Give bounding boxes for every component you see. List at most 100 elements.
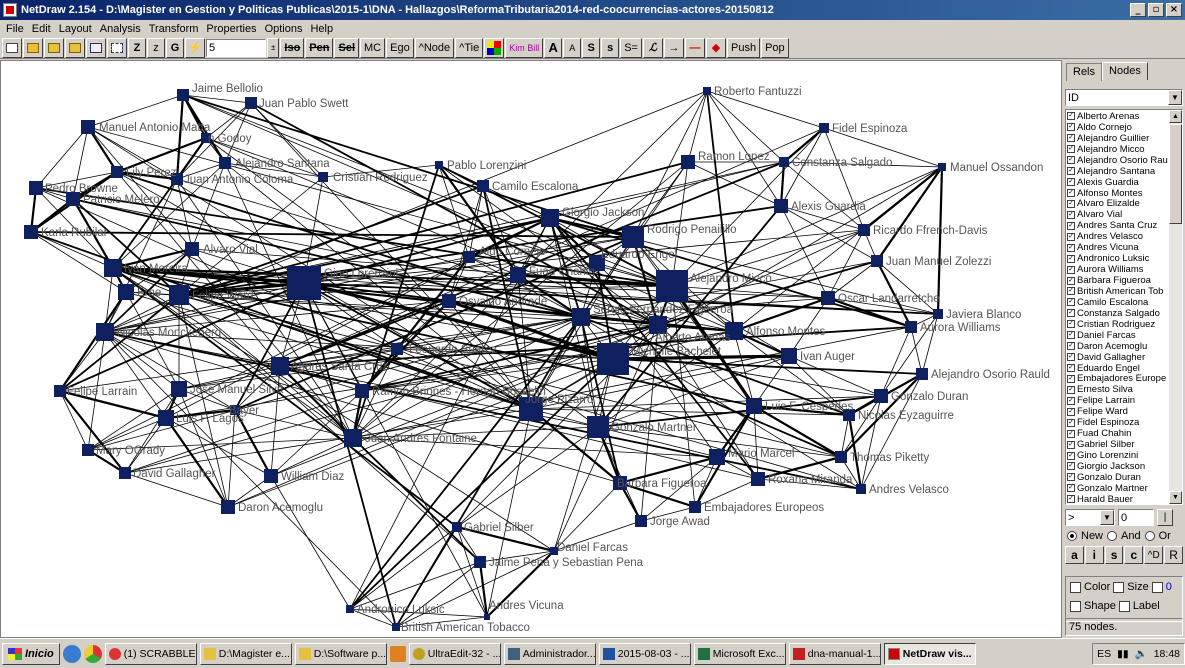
node-checkbox[interactable]: ✓ xyxy=(1067,374,1075,383)
network-node[interactable] xyxy=(442,294,456,308)
node-label[interactable]: Felipe Ward xyxy=(192,290,254,302)
task-pdf-manual[interactable]: dna-manual-1... xyxy=(788,642,881,665)
network-node[interactable] xyxy=(118,284,134,300)
font-large-button[interactable]: A xyxy=(544,37,563,58)
node-list-item[interactable]: ✓ Ernesto Silva xyxy=(1067,384,1168,395)
a-button[interactable]: a xyxy=(1065,546,1084,564)
node-label[interactable]: Cristian Rodriguez xyxy=(333,172,428,184)
node-label[interactable]: Alejandro Micco xyxy=(690,273,772,285)
node-list-item[interactable]: ✓ Alvaro Vial xyxy=(1067,209,1168,220)
task-scrabble[interactable]: (1) SCRABBLE... xyxy=(104,642,197,665)
node-label[interactable]: Manuel Ossandon xyxy=(950,162,1043,174)
network-node[interactable] xyxy=(392,623,400,631)
node-checkbox[interactable]: ✓ xyxy=(1067,123,1075,132)
network-node[interactable] xyxy=(856,484,866,494)
node-list-item[interactable]: ✓ Cristian Rodriguez xyxy=(1067,319,1168,330)
s-button[interactable]: s xyxy=(1104,546,1124,564)
language-indicator[interactable]: ES xyxy=(1097,648,1111,660)
node-label[interactable]: Jaime Pena y Sebastian Pena xyxy=(489,557,644,569)
network-node[interactable] xyxy=(477,180,489,192)
node-checkbox[interactable]: ✓ xyxy=(1067,265,1075,274)
node-list-item[interactable]: ✓ Andres Vicuna xyxy=(1067,242,1168,253)
node-label[interactable]: Aldo Cornejo xyxy=(479,246,545,258)
network-node[interactable] xyxy=(635,515,647,527)
size-equal-button[interactable]: S= xyxy=(620,37,642,58)
node-label[interactable]: Lily Perez xyxy=(126,167,177,179)
network-node[interactable] xyxy=(171,381,187,397)
node-label[interactable]: Patricio Melero xyxy=(83,194,160,206)
node-checkbox[interactable]: ✓ xyxy=(1067,221,1075,230)
node-list-item[interactable]: ✓ Alberto Arenas xyxy=(1067,111,1168,122)
network-node[interactable] xyxy=(54,385,66,397)
save-icon[interactable] xyxy=(86,37,106,58)
menu-properties[interactable]: Properties xyxy=(202,23,260,35)
node-checkbox[interactable]: ✓ xyxy=(1067,440,1075,449)
network-node[interactable] xyxy=(835,451,847,463)
node-label[interactable]: Ivan Auger xyxy=(800,351,855,363)
scroll-down-icon[interactable]: ▼ xyxy=(1169,491,1182,504)
size-checkbox[interactable] xyxy=(1113,581,1125,593)
node-label[interactable]: Daniel Farcas xyxy=(557,542,628,554)
network-node[interactable] xyxy=(81,120,95,134)
network-node[interactable] xyxy=(541,209,559,227)
network-node[interactable] xyxy=(435,161,443,169)
node-label[interactable]: Daron Acemoglu xyxy=(238,502,323,514)
node-label[interactable]: Constanza Salgado xyxy=(792,157,892,169)
node-label[interactable]: Luis F. Cespedes xyxy=(765,401,853,413)
node-checkbox[interactable]: ✓ xyxy=(1067,243,1075,252)
network-node[interactable] xyxy=(689,501,701,513)
color-palette-icon[interactable] xyxy=(484,37,505,58)
dot-icon[interactable]: ◆ xyxy=(705,37,726,58)
network-node[interactable] xyxy=(264,469,278,483)
network-node[interactable] xyxy=(819,123,829,133)
network-node[interactable] xyxy=(874,389,888,403)
node-list-item[interactable]: ✓ Alfonso Montes xyxy=(1067,188,1168,199)
node-button[interactable]: ^Node xyxy=(414,37,455,58)
node-label[interactable]: Karla Rubilar xyxy=(41,227,108,239)
node-label[interactable]: Andres Vicuna xyxy=(489,600,564,612)
zoom-out-button[interactable]: z xyxy=(147,37,165,58)
network-node[interactable] xyxy=(871,255,883,267)
network-node[interactable] xyxy=(751,472,765,486)
node-checkbox[interactable]: ✓ xyxy=(1067,418,1075,427)
menu-options[interactable]: Options xyxy=(261,23,307,35)
node-checkbox[interactable]: ✓ xyxy=(1067,342,1075,351)
node-list-item[interactable]: ✓ Barbara Figueroa xyxy=(1067,275,1168,286)
network-node[interactable] xyxy=(656,270,688,302)
network-node[interactable] xyxy=(587,416,609,438)
network-node[interactable] xyxy=(185,242,199,256)
node-label[interactable]: Michelle Bachelet xyxy=(631,346,722,358)
node-list[interactable]: ✓ Alberto Arenas ✓ Aldo Cornejo ✓ Alejandro G… xyxy=(1065,109,1183,505)
node-checkbox[interactable]: ✓ xyxy=(1067,396,1075,405)
node-label[interactable]: Rodrigo Penailillo xyxy=(647,224,737,236)
scroll-thumb[interactable] xyxy=(1169,124,1182,224)
node-label[interactable]: Juan Manuel Zolezzi xyxy=(886,256,991,268)
r-button[interactable]: R xyxy=(1164,546,1183,564)
node-checkbox[interactable]: ✓ xyxy=(1067,495,1075,504)
node-label[interactable]: Ivan Moreira xyxy=(124,263,189,275)
minimize-button[interactable]: _ xyxy=(1130,3,1146,17)
node-label[interactable]: Jorge Pizarro xyxy=(525,394,593,406)
node-label[interactable]: Giorgio Jackson xyxy=(562,207,644,219)
g-button[interactable]: G xyxy=(166,37,184,58)
network-node[interactable] xyxy=(746,398,762,414)
node-list-item[interactable]: ✓ Alejandro Guillier xyxy=(1067,133,1168,144)
node-label[interactable]: Ricardo Ffrench-Davis xyxy=(873,225,988,237)
chevron-down-icon[interactable]: ▼ xyxy=(1168,90,1182,105)
menu-file[interactable]: File xyxy=(2,23,28,35)
menu-edit[interactable]: Edit xyxy=(28,23,55,35)
network-node[interactable] xyxy=(597,343,629,375)
network-node[interactable] xyxy=(484,614,490,620)
node-label[interactable]: Alvaro Vial xyxy=(203,244,258,256)
node-checkbox[interactable]: ✓ xyxy=(1067,232,1075,241)
node-checkbox[interactable]: ✓ xyxy=(1067,276,1075,285)
line-style-icon[interactable]: ℒ xyxy=(642,37,663,58)
i-button[interactable]: i xyxy=(1084,546,1104,564)
scroll-up-icon[interactable]: ▲ xyxy=(1169,110,1182,123)
network-node[interactable] xyxy=(96,323,114,341)
node-list-item[interactable]: ✓ Andres Velasco xyxy=(1067,231,1168,242)
node-checkbox[interactable]: ✓ xyxy=(1067,199,1075,208)
color-checkbox[interactable] xyxy=(1070,581,1081,593)
node-checkbox[interactable]: ✓ xyxy=(1067,287,1075,296)
node-list-item[interactable]: ✓ Felipe Ward xyxy=(1067,406,1168,417)
